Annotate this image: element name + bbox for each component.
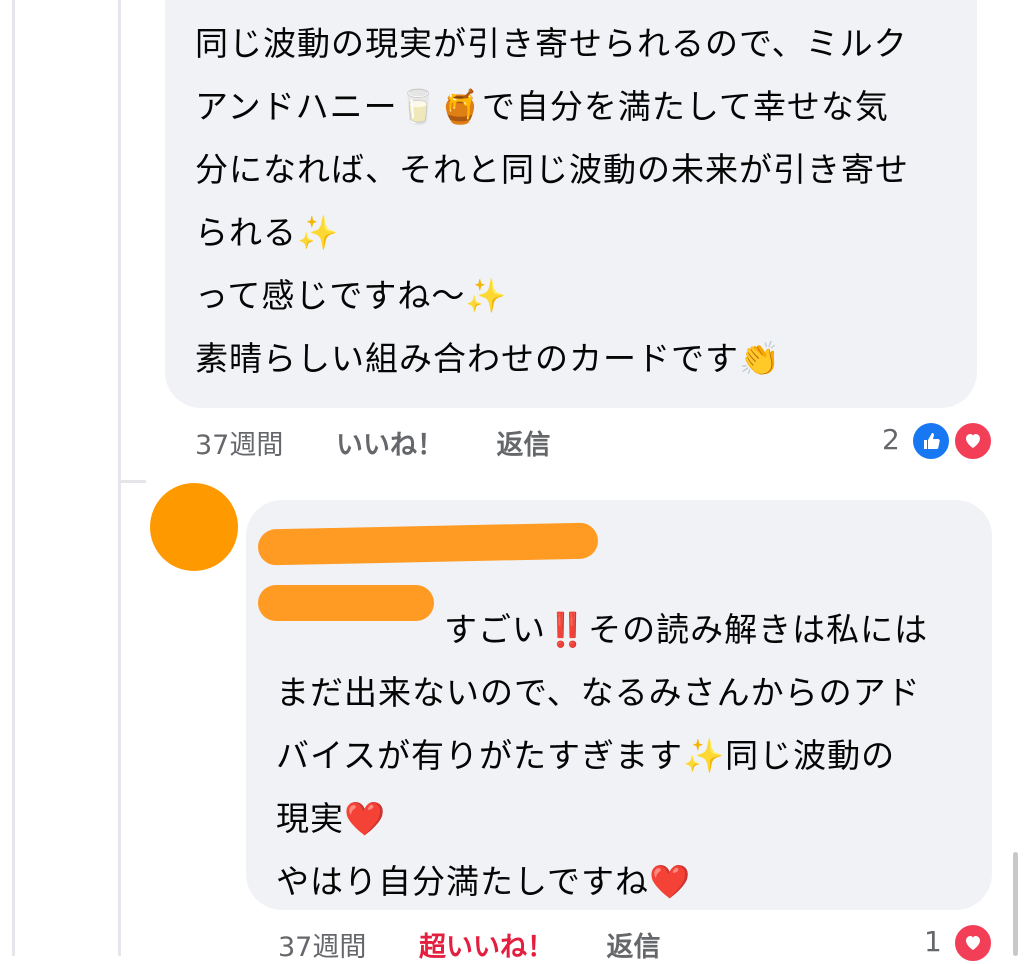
redacted-author-name (257, 522, 599, 566)
comment-1-line-4: られる✨ (195, 213, 340, 252)
comment-2-meta: 37週間 超いいね！ 返信 (278, 925, 661, 964)
comment-2-line-5: やはり自分満たしですね❤️ (276, 862, 692, 901)
comment-bubble-1: 同じ波動の現実が引き寄せられるので、ミルク アンドハニー🥛🍯で自分を満たして幸せ… (165, 0, 977, 408)
comment-2-time[interactable]: 37週間 (278, 932, 366, 963)
comment-2-reaction-count[interactable]: 1 (924, 925, 942, 958)
comment-1-reaction-count[interactable]: 2 (882, 423, 900, 456)
comment-2-line-4: 現実❤️ (276, 799, 387, 838)
scrollbar[interactable] (1013, 852, 1018, 956)
comment-1-line-3: 分になれば、それと同じ波動の未来が引き寄せ (195, 150, 909, 189)
comment-2-like-button[interactable]: 超いいね！ (419, 932, 554, 963)
heart-icon[interactable] (952, 420, 994, 462)
comment-2-line-3: バイスが有りがたすぎます✨同じ波動の (276, 736, 896, 775)
thread-line-curve (118, 480, 146, 483)
comment-1-reply-button[interactable]: 返信 (497, 430, 551, 461)
comment-2-line-2: まだ出来ないので、なるみさんからのアド (276, 673, 921, 712)
comment-1-time[interactable]: 37週間 (195, 430, 283, 461)
heart-icon[interactable] (952, 922, 994, 964)
comment-1-meta: 37週間 いいね！ 返信 (195, 423, 551, 462)
comment-1-line-2: アンドハニー🥛🍯で自分を満たして幸せな気 (195, 87, 889, 126)
thumbs-up-icon[interactable] (910, 420, 952, 462)
comment-1-line-1: 同じ波動の現実が引き寄せられるので、ミルク (195, 24, 908, 63)
thread-line-vertical (12, 0, 15, 956)
comment-1-line-6: 素晴らしい組み合わせのカードです👏 (195, 339, 782, 378)
comment-1-line-5: って感じですね〜✨ (195, 276, 508, 315)
avatar[interactable] (150, 483, 238, 571)
thread-line-vertical-2 (118, 0, 121, 956)
comment-1-like-button[interactable]: いいね！ (336, 430, 444, 461)
comment-2-reply-button[interactable]: 返信 (607, 932, 661, 963)
redacted-mention (258, 585, 434, 621)
